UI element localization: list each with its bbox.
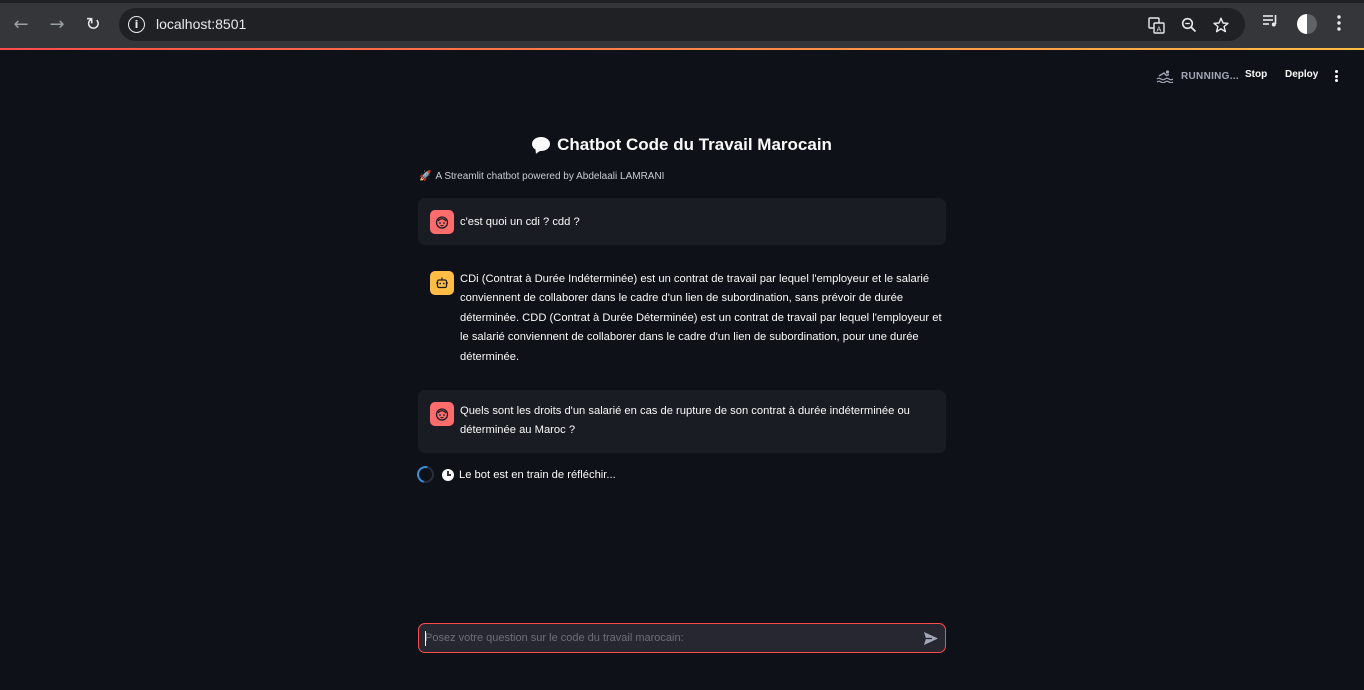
subtitle-text: A Streamlit chatbot powered by Abdelaali… (435, 171, 665, 182)
text-caret (425, 631, 426, 646)
page-title: Chatbot Code du Travail Marocain (418, 135, 946, 155)
clock-icon (442, 468, 454, 481)
thinking-status: Le bot est en train de réfléchir... (413, 462, 616, 487)
media-control-icon[interactable] (1262, 14, 1279, 32)
url-text: localhost:8501 (156, 16, 247, 32)
chat-message-user: c'est quoi un cdi ? cdd ? (418, 198, 946, 245)
site-info-icon[interactable]: i (128, 16, 145, 33)
send-icon[interactable] (923, 631, 939, 646)
reload-icon[interactable]: ↻ (81, 12, 105, 36)
address-bar[interactable]: i localhost:8501 A (119, 8, 1245, 41)
profile-avatar[interactable] (1297, 14, 1317, 34)
chat-input-container (418, 623, 946, 653)
forward-arrow-icon[interactable]: → (45, 12, 69, 36)
chat-input[interactable] (425, 628, 915, 648)
browser-toolbar: ← → ↻ i localhost:8501 A (0, 0, 1364, 48)
page-title-text: Chatbot Code du Travail Marocain (557, 135, 832, 154)
page-load-progress (0, 48, 1364, 50)
message-text: CDi (Contrat à Durée Indéterminée) est u… (460, 273, 942, 363)
user-avatar-icon (430, 402, 454, 426)
bookmark-star-icon[interactable] (1212, 16, 1230, 34)
deploy-button[interactable]: Deploy (1285, 69, 1318, 80)
chat-message-user: Quels sont les droits d'un salarié en ca… (418, 390, 946, 453)
bot-avatar-icon (430, 271, 454, 295)
thinking-text: Le bot est en train de réfléchir... (459, 468, 616, 481)
page-subtitle: 🚀 A Streamlit chatbot powered by Abdelaa… (419, 171, 664, 182)
tab-strip (0, 0, 1364, 3)
app-menu-icon[interactable] (1330, 68, 1342, 84)
user-avatar-icon (430, 210, 454, 234)
speech-bubble-icon (532, 137, 551, 151)
message-text: c'est quoi un cdi ? cdd ? (460, 216, 580, 228)
zoom-icon[interactable] (1180, 16, 1198, 34)
translate-icon[interactable]: A (1147, 16, 1165, 34)
swimmer-icon (1156, 70, 1173, 83)
back-arrow-icon[interactable]: ← (9, 12, 33, 36)
running-status: RUNNING... (1156, 69, 1239, 83)
rocket-icon: 🚀 (419, 171, 432, 182)
chat-message-assistant: CDi (Contrat à Durée Indéterminée) est u… (418, 260, 946, 375)
message-text: Quels sont les droits d'un salarié en ca… (460, 405, 910, 437)
svg-text:A: A (1156, 25, 1161, 33)
browser-menu-icon[interactable] (1336, 15, 1342, 35)
stop-button[interactable]: Stop (1245, 69, 1267, 80)
spinner-icon (413, 462, 438, 487)
running-label: RUNNING... (1181, 70, 1239, 82)
